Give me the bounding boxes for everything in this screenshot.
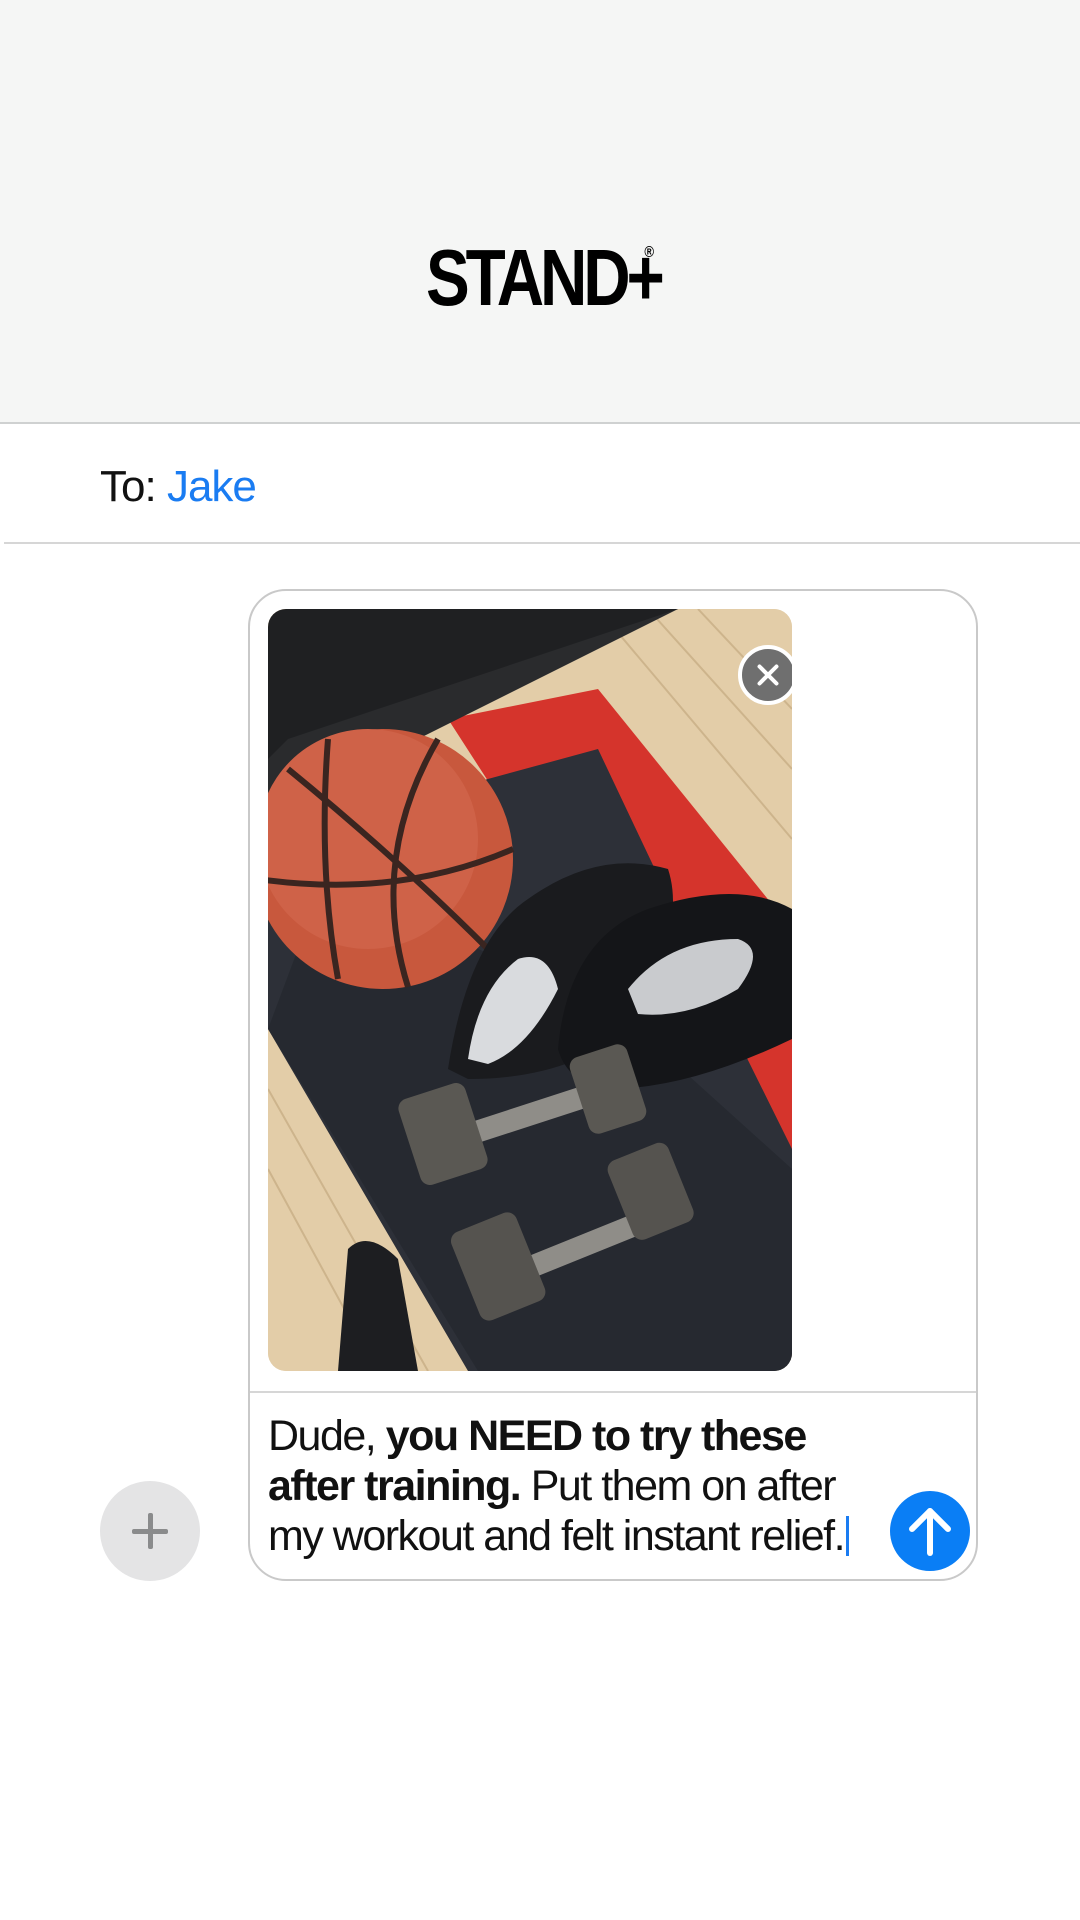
message-composer[interactable]: Dude, you NEED to try these after traini… (248, 589, 978, 1581)
registered-mark: ® (644, 244, 655, 261)
message-input[interactable]: Dude, you NEED to try these after traini… (268, 1411, 888, 1561)
brand-logo: STAND+® (97, 232, 983, 324)
message-text-start: Dude, (268, 1412, 386, 1460)
attachment-photo[interactable] (268, 609, 792, 1371)
attachment-image (268, 609, 792, 1371)
to-label: To: (100, 462, 157, 511)
brand-header: STAND+® (0, 0, 1080, 424)
arrow-up-icon (909, 1508, 951, 1556)
recipient-bar[interactable]: To: Jake (4, 426, 1080, 544)
recipient-field[interactable]: To: Jake (100, 462, 257, 512)
send-button[interactable] (890, 1491, 970, 1571)
composer-divider (250, 1391, 976, 1393)
logo-text: STAND+ (425, 233, 665, 322)
remove-attachment-button[interactable] (738, 645, 792, 705)
recipient-name[interactable]: Jake (167, 462, 257, 511)
text-cursor (846, 1516, 850, 1556)
add-attachment-button[interactable] (100, 1481, 200, 1581)
